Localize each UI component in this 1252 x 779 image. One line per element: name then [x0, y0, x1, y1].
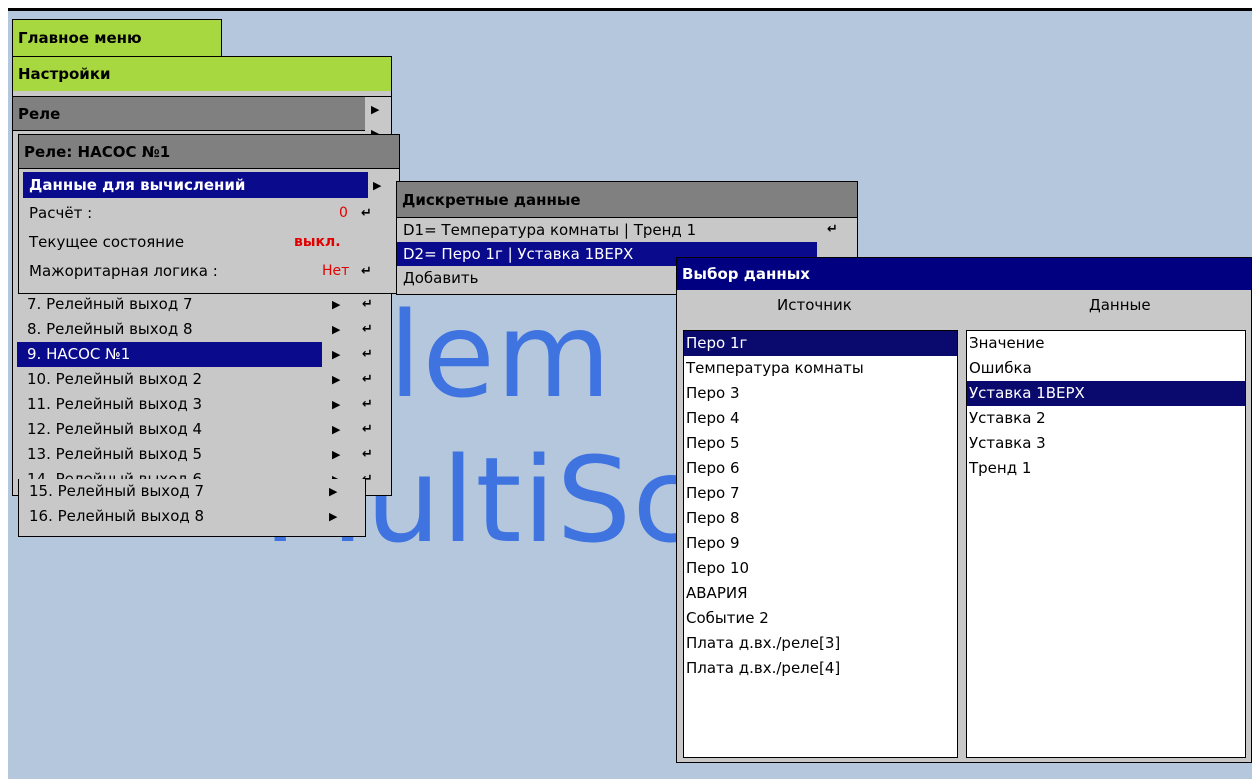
- device-screen: Elem MultiSc Главное меню Настройки Реле…: [8, 8, 1252, 779]
- data-header: Данные: [1089, 296, 1151, 314]
- list-item[interactable]: Событие 2: [684, 606, 957, 631]
- list-item[interactable]: Плата д.вх./реле[4]: [684, 656, 957, 681]
- data-select-dialog: Выбор данных Источник Данные Перо 1г Тем…: [676, 257, 1252, 763]
- list-item[interactable]: Перо 9: [684, 531, 957, 556]
- list-item[interactable]: 16. Релейный выход 8 ▶: [19, 504, 365, 529]
- list-item[interactable]: 13. Релейный выход 5 ▶ ↵: [17, 442, 387, 467]
- arrow-right-icon: ▶: [373, 179, 382, 192]
- list-item[interactable]: Перо 10: [684, 556, 957, 581]
- list-item[interactable]: 15. Релейный выход 7 ▶: [19, 479, 365, 504]
- enter-icon: ↵: [361, 264, 372, 279]
- list-item[interactable]: D1= Температура комнаты | Тренд 1 ↵: [397, 218, 857, 242]
- list-item[interactable]: Перо 4: [684, 406, 957, 431]
- list-item[interactable]: 8. Релейный выход 8 ▶ ↵: [17, 317, 387, 342]
- list-item[interactable]: 12. Релейный выход 4 ▶ ↵: [17, 417, 387, 442]
- list-item[interactable]: Перо 3: [684, 381, 957, 406]
- source-header: Источник: [777, 296, 852, 314]
- state-row: Текущее состояние выкл.: [29, 233, 341, 251]
- list-item[interactable]: Уставка 3: [967, 431, 1245, 456]
- source-list[interactable]: Перо 1г Температура комнаты Перо 3 Перо …: [683, 330, 958, 758]
- list-item[interactable]: 10. Релейный выход 2 ▶ ↵: [17, 367, 387, 392]
- list-item[interactable]: Тренд 1: [967, 456, 1245, 481]
- majority-row[interactable]: Мажоритарная логика : Нет ↵: [19, 259, 394, 284]
- data-list[interactable]: Значение Ошибка Уставка 1ВЕРХ Уставка 2 …: [966, 330, 1246, 758]
- enter-icon: ↵: [361, 206, 372, 221]
- data-select-title: Выбор данных: [677, 258, 1251, 290]
- list-item[interactable]: Перо 7: [684, 481, 957, 506]
- relay-title[interactable]: Реле: [13, 97, 365, 131]
- arrow-right-icon: ▶: [371, 103, 380, 116]
- discrete-data-title[interactable]: Дискретные данные: [397, 182, 857, 218]
- list-item[interactable]: Перо 5: [684, 431, 957, 456]
- calc-row[interactable]: Расчёт : 0 ↵: [19, 201, 394, 226]
- list-item[interactable]: Перо 6: [684, 456, 957, 481]
- relay-list: 7. Релейный выход 7 ▶ ↵ 8. Релейный выход …: [17, 292, 387, 492]
- main-menu-window: Главное меню: [12, 19, 222, 59]
- enter-icon: ↵: [827, 222, 838, 237]
- relay-pump-title[interactable]: Реле: НАСОС №1: [19, 135, 399, 169]
- list-item-selected[interactable]: Перо 1г: [684, 331, 957, 356]
- relay-pump-window: Реле: НАСОС №1 Данные для вычислений ▶ Р…: [18, 134, 400, 294]
- main-menu-title[interactable]: Главное меню: [13, 20, 221, 56]
- list-item-selected[interactable]: 9. НАСОС №1 ▶ ↵: [17, 342, 387, 367]
- settings-title[interactable]: Настройки: [13, 57, 391, 91]
- list-item[interactable]: АВАРИЯ: [684, 581, 957, 606]
- list-item[interactable]: Значение: [967, 331, 1245, 356]
- list-item[interactable]: Температура комнаты: [684, 356, 957, 381]
- list-item[interactable]: 11. Релейный выход 3 ▶ ↵: [17, 392, 387, 417]
- list-item[interactable]: Плата д.вх./реле[3]: [684, 631, 957, 656]
- relay-list-tail: 15. Релейный выход 7 ▶ 16. Релейный выход…: [18, 479, 366, 537]
- list-item-selected[interactable]: Уставка 1ВЕРХ: [967, 381, 1245, 406]
- list-item[interactable]: Ошибка: [967, 356, 1245, 381]
- list-item[interactable]: Перо 8: [684, 506, 957, 531]
- list-item[interactable]: 7. Релейный выход 7 ▶ ↵: [17, 292, 387, 317]
- data-calc-item[interactable]: Данные для вычислений: [23, 172, 368, 198]
- list-item[interactable]: Уставка 2: [967, 406, 1245, 431]
